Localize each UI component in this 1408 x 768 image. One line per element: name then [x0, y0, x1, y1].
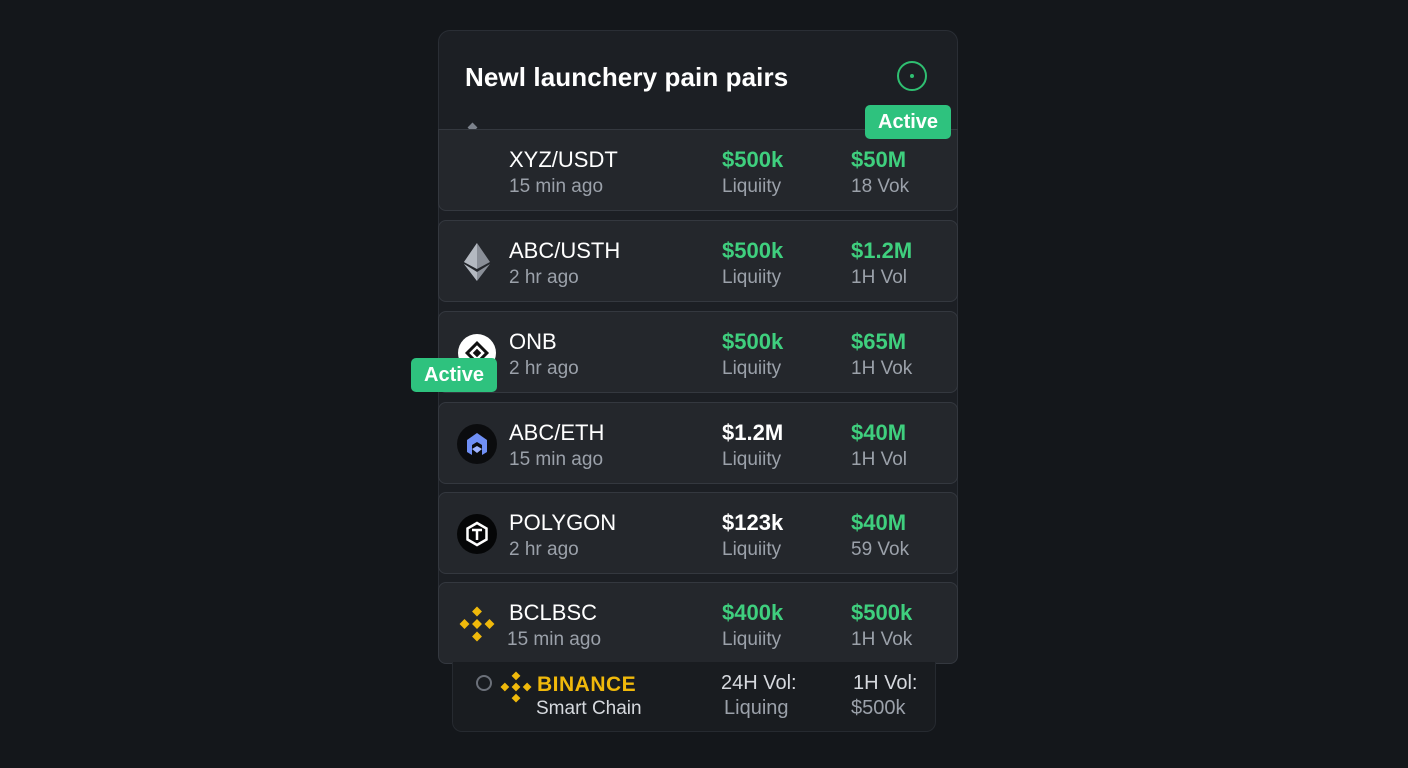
pair-time: 15 min ago [507, 629, 602, 650]
pair-time: 15 min ago [509, 449, 604, 470]
liquidity-label: Liquiity [722, 267, 782, 288]
pair-time: 2 hr ago [509, 358, 579, 379]
pair-row-bclbsc[interactable]: BCLBSC 15 min ago $400k Liquiity $500k 1… [438, 582, 958, 664]
volume-value: $1.2M [851, 238, 913, 263]
pair-row-abc-usth[interactable]: ABC/USTH 2 hr ago $500k Liquiity $1.2M 1… [438, 220, 958, 302]
pair-row-abc-eth[interactable]: ABC/ETH 15 min ago $1.2M Liquiity $40M 1… [438, 402, 958, 484]
footer-col1-label: 24H Vol: [721, 672, 797, 694]
liquidity-label: Liquiity [722, 358, 782, 379]
pair-time: 2 hr ago [509, 539, 579, 560]
page-title: Newl launchery pain pairs [465, 62, 789, 92]
liquidity-label: Liquiity [722, 629, 782, 650]
liquidity-value: $500k [722, 329, 784, 354]
pair-time: 2 hr ago [509, 267, 579, 288]
volume-label: 1H Vol [851, 267, 907, 288]
liquidity-value: $500k [722, 238, 784, 263]
pair-name: XYZ/USDT [509, 147, 618, 172]
liquidity-label: Liquiity [722, 449, 782, 470]
volume-label: 1H Vol [851, 449, 907, 470]
binance-logo-icon [500, 671, 532, 708]
pair-row-onb[interactable]: ONB 2 hr ago $500k Liquiity $65M 1H Vok [438, 311, 958, 393]
radio-button[interactable] [476, 675, 492, 691]
pair-name: ONB [509, 329, 557, 354]
pair-name: POLYGON [509, 510, 617, 535]
binance-icon [457, 604, 497, 644]
liquidity-value: $400k [722, 600, 784, 625]
pair-row-xyz-usdt[interactable]: XYZ/USDT 15 min ago $500k Liquiity $50M … [438, 129, 958, 211]
volume-value: $40M [851, 420, 907, 445]
liquidity-value: $123k [722, 510, 784, 535]
volume-value: $50M [851, 147, 907, 172]
chain-brand: BINANCE [537, 673, 637, 696]
liquidity-value: $500k [722, 147, 784, 172]
pair-name: ABC/USTH [509, 238, 621, 263]
active-badge: Active [865, 105, 952, 139]
liquidity-value: $1.2M [722, 420, 784, 445]
pair-row-polygon[interactable]: POLYGON 2 hr ago $123k Liquiity $40M 59 … [438, 492, 958, 574]
chain-selector[interactable]: BINANCE Smart Chain 24H Vol: Liquing 1H … [452, 662, 936, 732]
polygon-icon [457, 514, 497, 554]
liquidity-label: Liquiity [722, 539, 782, 560]
active-badge-side: Active [411, 358, 498, 392]
ethereum-icon [457, 242, 497, 282]
pair-name: BCLBSC [509, 600, 598, 625]
volume-value: $500k [851, 600, 913, 625]
pair-name: ABC/ETH [509, 420, 605, 445]
footer-col2-label: 1H Vol: [853, 672, 918, 694]
volume-label: 1H Vok [851, 629, 913, 650]
pair-time: 15 min ago [509, 176, 604, 197]
volume-label: 18 Vok [851, 176, 910, 197]
volume-label: 1H Vok [851, 358, 913, 379]
liquidity-label: Liquiity [722, 176, 782, 197]
footer-col1-value: Liquing [724, 697, 789, 719]
volume-value: $65M [851, 329, 907, 354]
abc-token-icon [457, 424, 497, 464]
status-dot-icon[interactable] [897, 61, 927, 91]
footer-col2-value: $500k [851, 697, 906, 719]
chain-name: Smart Chain [536, 698, 642, 719]
volume-label: 59 Vok [851, 539, 910, 560]
volume-value: $40M [851, 510, 907, 535]
